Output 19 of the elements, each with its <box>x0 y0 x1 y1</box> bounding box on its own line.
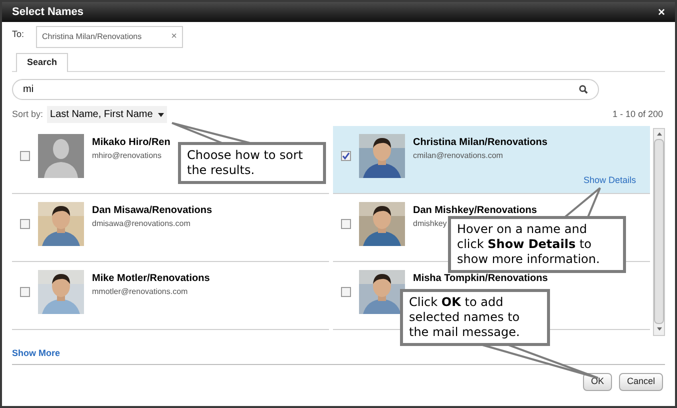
contact-name: Misha Tompkin/Renovations <box>413 272 548 286</box>
contact-email: mmotler@renovations.com <box>92 286 188 298</box>
contact-name: Christina Milan/Renovations <box>413 136 548 150</box>
to-label: To: <box>12 28 24 41</box>
result-count: 1 - 10 of 200 <box>612 108 664 121</box>
contact-email: cmilan@renovations.com <box>413 150 503 162</box>
contact-name: Dan Mishkey/Renovations <box>413 204 537 218</box>
contact-name: Dan Misawa/Renovations <box>92 204 212 218</box>
sort-label: Sort by: <box>12 108 44 121</box>
window-title: Select Names <box>12 4 84 20</box>
recipient-name: Christina Milan/Renovations <box>42 31 142 43</box>
contact-name: Mike Motler/Renovations <box>92 272 210 286</box>
contact-email: dmisawa@renovations.com <box>92 218 190 230</box>
contact-email: dmishkey <box>413 218 447 230</box>
callout-text: Choose how to sort the results. <box>187 148 304 178</box>
contact-name: Mikako Hiro/Ren <box>92 136 170 150</box>
search-value: mi <box>23 83 34 97</box>
callout-text: Click OK to add selected names to the mail message. <box>409 295 521 340</box>
contact-email: mhiro@renovations <box>92 150 162 162</box>
